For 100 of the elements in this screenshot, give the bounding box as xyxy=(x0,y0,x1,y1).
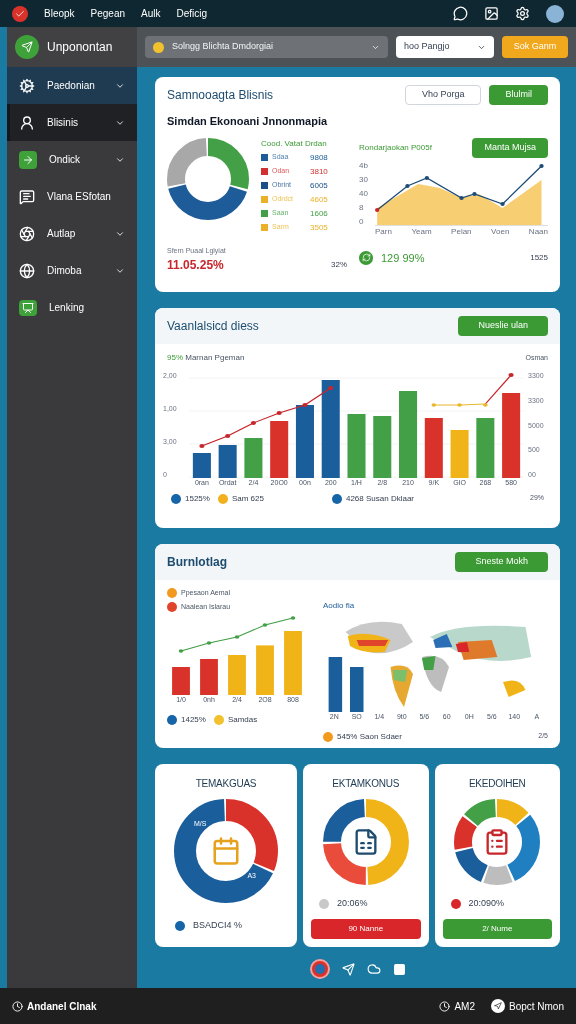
globe-icon xyxy=(19,262,35,279)
card-subtitle: Simdan Ekonoani Jnnonmapia xyxy=(167,114,329,129)
chart-bar xyxy=(347,414,366,478)
status-text: BSADCI4 % xyxy=(193,919,243,932)
user-icon xyxy=(19,114,35,131)
send-icon[interactable] xyxy=(341,962,355,976)
card-title: Vaanlalsicd diess xyxy=(167,318,259,335)
logo-icon xyxy=(12,5,28,22)
brand-logo-icon xyxy=(15,35,39,59)
action-button[interactable]: 90 Nanne xyxy=(311,918,421,939)
legend-text: 4268 Susan Dklaar xyxy=(345,492,414,505)
chart-point xyxy=(199,444,205,448)
count-value: 1525 xyxy=(530,251,548,264)
chart-point xyxy=(262,623,268,627)
card-title: TEMAKGUAS xyxy=(195,777,257,791)
chart-bar xyxy=(350,667,364,712)
chart-point xyxy=(472,191,477,196)
chart-point xyxy=(225,434,231,438)
axis-label: Parn xyxy=(375,225,392,238)
chart-point xyxy=(276,411,282,415)
window-icon[interactable] xyxy=(392,962,406,976)
board-tile-icon xyxy=(19,299,37,316)
message-icon xyxy=(19,188,35,205)
chart-bar xyxy=(476,418,495,478)
chart-point xyxy=(500,201,505,206)
gear-icon xyxy=(19,77,35,94)
chart-bar xyxy=(450,430,469,478)
chart-point xyxy=(234,635,240,639)
axis-label: Naan xyxy=(528,225,548,238)
chart-point xyxy=(250,421,256,425)
action-button[interactable]: Blulmil xyxy=(489,85,548,105)
nav-link[interactable]: Bleopk xyxy=(44,6,75,21)
page-select[interactable]: hoo Pangjo xyxy=(396,36,494,58)
chat-icon[interactable] xyxy=(453,6,468,21)
axis-label: Pelan xyxy=(451,225,472,238)
aperture-icon xyxy=(19,225,35,242)
taskbar-clock: AM2 xyxy=(454,999,475,1014)
nav-link[interactable]: Pegean xyxy=(90,6,126,21)
sidebar-item[interactable]: Blisinis xyxy=(7,104,137,141)
status-text: 20:090% xyxy=(468,897,505,910)
image-icon[interactable] xyxy=(484,6,499,21)
chart-point xyxy=(206,641,212,645)
chart-point xyxy=(539,163,544,168)
chart-point xyxy=(424,175,430,180)
chart-point xyxy=(508,373,514,377)
avatar[interactable] xyxy=(546,4,564,23)
clock-icon xyxy=(12,1000,23,1012)
trend-title: Rondarjaokan P005f xyxy=(359,141,432,154)
search-select[interactable]: Solngg Blichta Dmdorgiai xyxy=(145,36,388,58)
coin-icon xyxy=(153,41,164,53)
chart-bar xyxy=(172,667,190,695)
refresh-icon xyxy=(359,250,373,265)
action-button[interactable]: Vho Porga xyxy=(404,85,482,105)
cloud-icon[interactable] xyxy=(366,962,381,976)
chart-bar xyxy=(373,416,392,478)
legend-value: 3810 xyxy=(310,165,328,178)
chart-bar xyxy=(424,418,443,478)
legend-text: Samdas xyxy=(227,713,258,726)
sidebar-item[interactable]: Paedonian xyxy=(7,67,137,104)
app-icon[interactable] xyxy=(309,959,330,979)
nav-link[interactable]: Aulk xyxy=(141,6,161,21)
legend-text: 545% Saon Sdaer xyxy=(337,730,402,743)
legend-value: 3505 xyxy=(310,221,328,234)
axis-tick: 4b xyxy=(359,161,369,170)
calendar-icon xyxy=(211,836,241,866)
card-title: Samnooagta Blisnis xyxy=(167,87,274,104)
chart-point xyxy=(375,207,380,212)
legend-value: 9808 xyxy=(310,151,328,164)
action-button[interactable]: Manta Mujsa xyxy=(472,137,548,158)
clock-icon xyxy=(439,1000,451,1012)
settings-icon[interactable] xyxy=(515,6,530,21)
arrow-tile-icon xyxy=(19,150,37,169)
chart-bar xyxy=(328,657,343,712)
action-button[interactable]: Sneste Mokh xyxy=(455,552,548,572)
chart-bar xyxy=(192,453,211,478)
legend-value: 1606 xyxy=(310,207,328,220)
action-button[interactable]: Nueslie ulan xyxy=(458,316,548,336)
axis-tick: 0 xyxy=(359,217,365,226)
chart-bar xyxy=(228,655,246,695)
chart-point xyxy=(178,649,184,653)
chart-bar xyxy=(200,659,218,695)
card-title: EKEDOIHEN xyxy=(468,777,526,791)
chart-point xyxy=(290,616,296,620)
map-title: Aodio fia xyxy=(323,600,356,612)
growth-value: 129 99% xyxy=(381,250,425,266)
chart-bar xyxy=(218,445,237,478)
percent-value: 11.05.25% xyxy=(167,257,224,274)
chart-bar xyxy=(270,421,289,478)
legend-text: 1525% xyxy=(185,492,210,505)
navigation-icon[interactable] xyxy=(490,999,505,1013)
chart-point xyxy=(405,183,410,188)
taskbar-label: Andanel Clnak xyxy=(27,999,97,1014)
legend-text: Sam 625 xyxy=(231,492,264,505)
nav-link[interactable]: Deficig xyxy=(176,6,208,21)
card-title: Burnlotlag xyxy=(167,554,227,571)
action-button[interactable]: 2/ Nume xyxy=(442,918,552,939)
legend-value: 6005 xyxy=(310,179,328,192)
chart-point xyxy=(302,403,308,407)
card-title: EKTAMKONUS xyxy=(332,777,400,791)
share-value: 32% xyxy=(331,259,347,271)
